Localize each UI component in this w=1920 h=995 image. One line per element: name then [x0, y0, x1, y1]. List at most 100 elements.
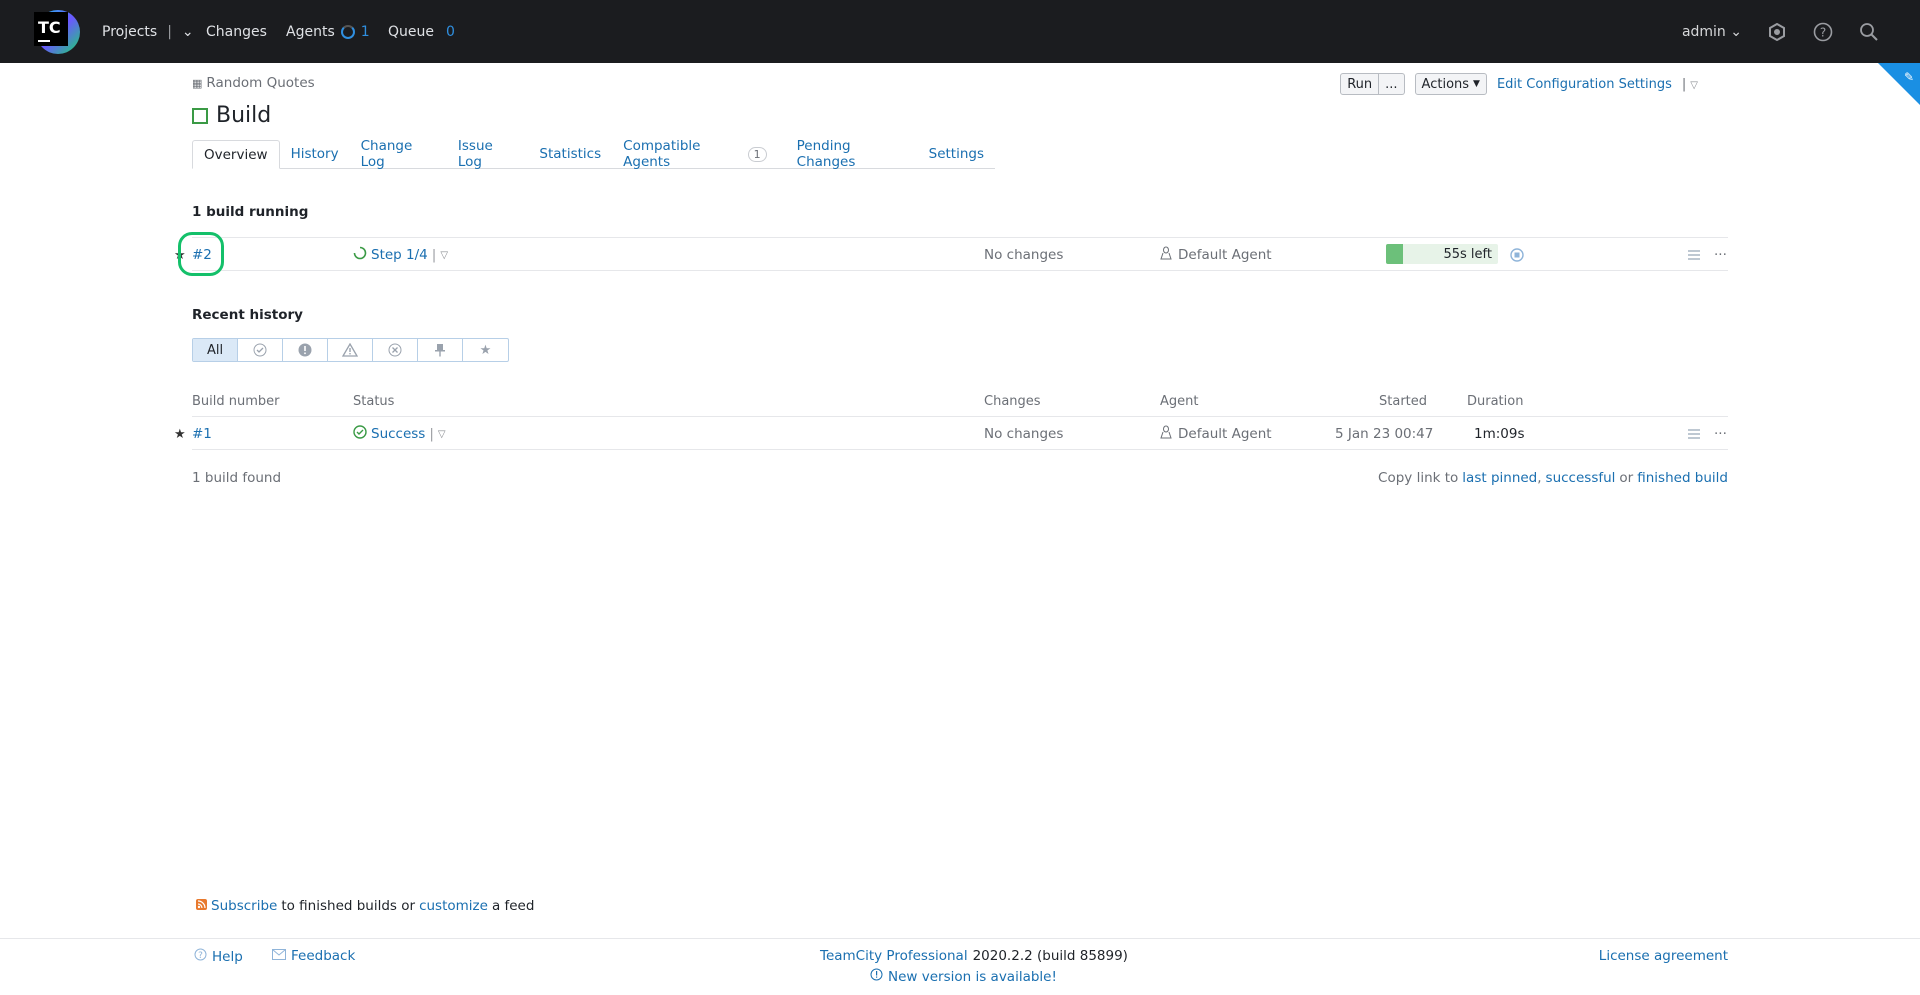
build-log-icon[interactable] [1686, 417, 1702, 451]
customize-feed-link[interactable]: customize [419, 898, 488, 914]
build-agent[interactable]: Default Agent [1160, 417, 1272, 451]
table-row: ★ #1 Success | ▽ No changes Default Agent… [174, 416, 1728, 451]
stop-build-icon[interactable] [1510, 238, 1524, 272]
info-icon [870, 968, 883, 985]
copy-last-pinned-link[interactable]: last pinned [1462, 470, 1537, 486]
more-options-icon[interactable]: ··· [1714, 238, 1727, 272]
tab-compatible-agents[interactable]: Compatible Agents 1 [612, 138, 778, 170]
build-changes[interactable]: No changes [984, 238, 1063, 272]
build-step-link[interactable]: Step 1/4 [371, 247, 428, 263]
build-progress-bar: 55s left [1386, 244, 1498, 264]
tab-settings[interactable]: Settings [918, 140, 995, 168]
run-button[interactable]: Run [1340, 73, 1380, 95]
actions-dropdown[interactable]: Actions ▼ [1414, 73, 1487, 95]
breadcrumb-project[interactable]: Random Quotes [206, 75, 314, 91]
filter-failed-icon[interactable] [283, 339, 328, 361]
column-status[interactable]: Status [353, 394, 394, 409]
tab-label: Statistics [539, 146, 602, 162]
footer-version: TeamCity Professional 2020.2.2 (build 85… [820, 948, 1128, 964]
nav-projects-label: Projects [102, 23, 158, 40]
teamcity-logo[interactable]: TC [30, 8, 80, 56]
build-changes[interactable]: No changes [984, 417, 1063, 451]
settings-icon[interactable] [1766, 21, 1788, 43]
project-icon: ▦ [192, 76, 203, 90]
column-build-number[interactable]: Build number [192, 394, 280, 409]
filter-pinned-icon[interactable] [418, 339, 463, 361]
nav-changes[interactable]: Changes [206, 0, 267, 63]
filter-canceled-icon[interactable] [373, 339, 418, 361]
chevron-down-icon: ⌄ [181, 23, 194, 40]
tab-change-log[interactable]: Change Log [350, 138, 447, 170]
build-number-link[interactable]: #2 [192, 238, 212, 272]
actions-label: Actions [1421, 76, 1470, 92]
filter-warning-icon[interactable] [328, 339, 373, 361]
filter-all-button[interactable]: All [193, 339, 238, 361]
tab-label: Change Log [360, 138, 413, 170]
build-agent[interactable]: Default Agent [1160, 238, 1272, 272]
build-status: Step 1/4 | ▽ [353, 238, 448, 272]
tab-label: Settings [928, 146, 984, 162]
feed-bar: Subscribe to finished builds or customiz… [196, 898, 534, 914]
license-agreement-link[interactable]: License agreement [1599, 948, 1728, 964]
tab-history[interactable]: History [280, 140, 350, 168]
filter-success-icon[interactable] [238, 339, 283, 361]
star-icon[interactable]: ★ [174, 238, 186, 272]
mail-icon [272, 948, 286, 964]
tab-label: Compatible Agents [623, 138, 701, 170]
column-started[interactable]: Started [1379, 394, 1427, 409]
tab-issue-log[interactable]: Issue Log [447, 138, 529, 170]
nav-changes-label: Changes [206, 23, 267, 40]
new-version-link[interactable]: New version is available! [888, 969, 1057, 985]
linux-agent-icon [1160, 425, 1172, 443]
help-link[interactable]: Help [212, 949, 243, 965]
feedback-corner-icon[interactable]: ✎ [1878, 63, 1920, 105]
build-log-icon[interactable] [1686, 238, 1702, 272]
svg-text:?: ? [198, 951, 203, 961]
status-dropdown-icon[interactable]: ▽ [438, 429, 446, 440]
product-version: 2020.2.2 (build 85899) [972, 948, 1128, 964]
tab-label: Overview [204, 146, 268, 163]
column-agent[interactable]: Agent [1160, 394, 1198, 409]
actions-bar: Run ... Actions ▼ Edit Configuration Set… [1340, 73, 1698, 95]
star-icon[interactable]: ★ [174, 417, 186, 451]
product-link[interactable]: TeamCity Professional [820, 948, 968, 964]
run-custom-button[interactable]: ... [1379, 73, 1405, 95]
feed-text-middle: to finished builds or [281, 898, 416, 914]
nav-queue[interactable]: Queue 0 [388, 0, 455, 63]
column-duration[interactable]: Duration [1467, 394, 1523, 409]
tab-overview[interactable]: Overview [192, 140, 280, 169]
nav-queue-label: Queue [388, 23, 434, 40]
settings-dropdown-toggle[interactable]: | ▽ [1682, 77, 1698, 92]
help-circle-icon: ? [194, 948, 207, 965]
footer-new-version[interactable]: New version is available! [870, 968, 1057, 985]
nav-projects[interactable]: Projects | ⌄ [102, 0, 194, 63]
footer-feedback[interactable]: Feedback [272, 948, 355, 964]
footer-license[interactable]: License agreement [1599, 948, 1728, 964]
build-number-link[interactable]: #1 [192, 417, 212, 451]
breadcrumb: ▦ Random Quotes [192, 75, 315, 91]
status-dropdown-icon[interactable]: ▽ [440, 250, 448, 261]
build-status-link[interactable]: Success [371, 426, 425, 442]
copy-finished-link[interactable]: finished build [1637, 470, 1728, 486]
more-options-icon[interactable]: ··· [1714, 417, 1727, 451]
tab-pending-changes[interactable]: Pending Changes [786, 138, 918, 170]
running-spinner-icon [353, 246, 367, 264]
tab-statistics[interactable]: Statistics [528, 140, 612, 168]
user-menu[interactable]: admin ⌄ [1682, 24, 1742, 40]
feedback-link[interactable]: Feedback [291, 948, 355, 964]
filter-starred-icon[interactable]: ★ [463, 339, 508, 361]
help-icon[interactable]: ? [1812, 21, 1834, 43]
user-name: admin [1681, 23, 1726, 40]
progress-fill [1386, 244, 1403, 264]
subscribe-link[interactable]: Subscribe [211, 898, 277, 914]
column-changes[interactable]: Changes [984, 394, 1041, 409]
footer-help[interactable]: ? Help [194, 948, 243, 965]
nav-agents[interactable]: Agents 1 [286, 0, 370, 63]
edit-configuration-settings-link[interactable]: Edit Configuration Settings [1497, 77, 1672, 92]
tab-bar: Overview History Change Log Issue Log St… [192, 138, 995, 170]
build-duration: 1m:09s [1474, 426, 1525, 442]
copy-successful-link[interactable]: successful [1546, 470, 1616, 486]
caret-down-icon: ▼ [1473, 79, 1480, 89]
copy-link-prefix: Copy link to [1378, 470, 1459, 486]
search-icon[interactable] [1858, 21, 1880, 43]
